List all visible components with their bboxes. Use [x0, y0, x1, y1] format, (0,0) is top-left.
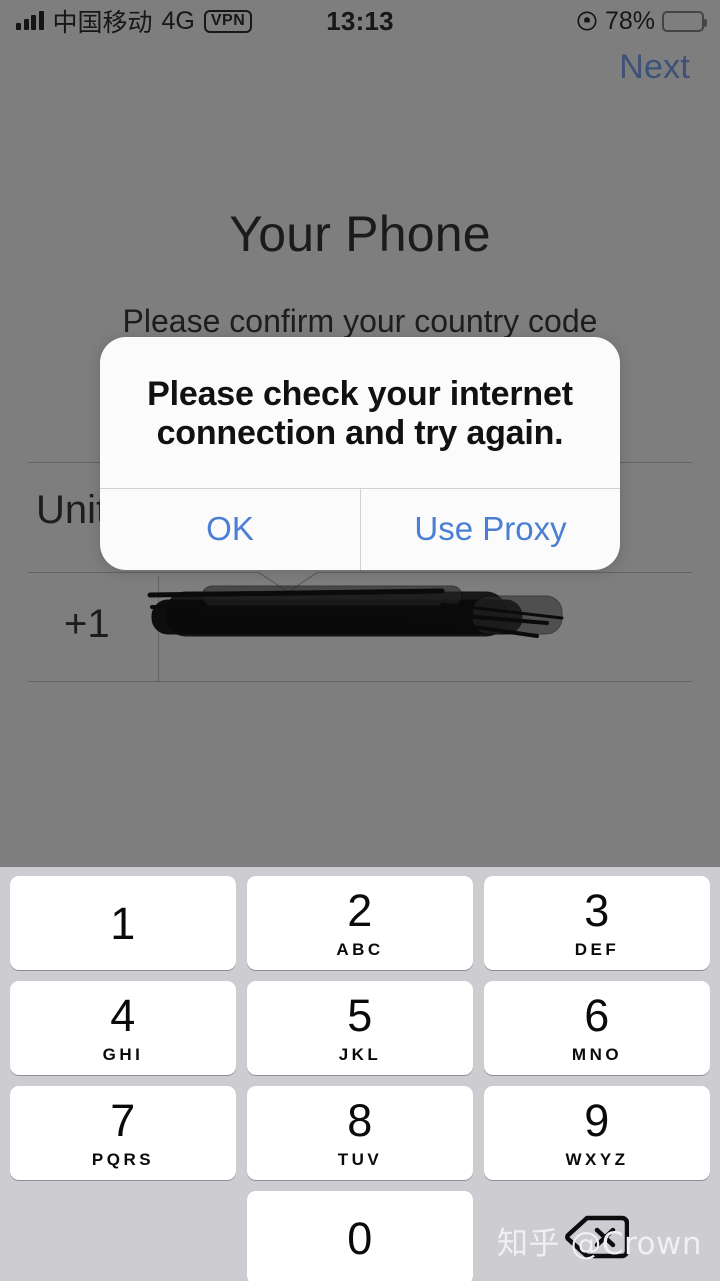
- backspace-key[interactable]: [484, 1191, 710, 1281]
- key-digit: 2: [347, 885, 373, 936]
- backspace-icon: [565, 1214, 630, 1263]
- page-subtitle: Please confirm your country code: [122, 303, 598, 339]
- navigation-bar: Next: [0, 48, 720, 104]
- key-letters: TUV: [337, 1150, 383, 1169]
- divider-bottom: [28, 681, 692, 682]
- key-letters: ABC: [336, 940, 384, 959]
- keypad-row: 7 PQRS 8 TUV 9 WXYZ: [10, 1086, 710, 1180]
- keypad-row: 4 GHI 5 JKL 6 MNO: [10, 981, 710, 1075]
- numeric-keypad: 1 2 ABC 3 DEF 4 GHI 5 JKL 6 MNO 7 PQRS 8…: [0, 867, 720, 1281]
- use-proxy-button[interactable]: Use Proxy: [360, 488, 620, 570]
- phone-screen: 中国移动 4G VPN 13:13 78% Next Your Phone Pl…: [0, 0, 720, 1281]
- key-digit: 0: [347, 1212, 373, 1264]
- key-letters: GHI: [102, 1045, 144, 1064]
- status-bar-right: 78%: [576, 6, 707, 36]
- key-blank-left: [10, 1191, 236, 1281]
- key-digit: 5: [347, 990, 373, 1041]
- key-6[interactable]: 6 MNO: [484, 981, 710, 1075]
- key-7[interactable]: 7 PQRS: [10, 1086, 236, 1180]
- key-3[interactable]: 3 DEF: [484, 876, 710, 970]
- key-digit: 1: [110, 897, 136, 949]
- status-bar: 中国移动 4G VPN 13:13 78%: [0, 0, 720, 42]
- keypad-row: 0: [10, 1191, 710, 1281]
- key-digit: 3: [584, 885, 610, 936]
- key-digit: 9: [584, 1095, 610, 1146]
- key-letters: WXYZ: [565, 1150, 629, 1169]
- key-5[interactable]: 5 JKL: [247, 981, 473, 1075]
- key-letters: DEF: [574, 940, 620, 959]
- key-letters: PQRS: [91, 1150, 155, 1169]
- key-8[interactable]: 8 TUV: [247, 1086, 473, 1180]
- key-digit: 6: [584, 990, 610, 1041]
- alert-body: Please check your internet connection an…: [100, 337, 620, 488]
- key-0[interactable]: 0: [247, 1191, 473, 1281]
- key-letters: MNO: [571, 1045, 623, 1064]
- page-title: Your Phone: [229, 206, 491, 262]
- key-1[interactable]: 1: [10, 876, 236, 970]
- battery-percentage: 78%: [604, 6, 655, 35]
- key-4[interactable]: 4 GHI: [10, 981, 236, 1075]
- next-button[interactable]: Next: [619, 48, 690, 87]
- rotation-lock-icon: [576, 10, 598, 32]
- key-9[interactable]: 9 WXYZ: [484, 1086, 710, 1180]
- alert-actions: OK Use Proxy: [100, 487, 620, 570]
- key-digit: 4: [110, 990, 136, 1041]
- alert-dialog: Please check your internet connection an…: [100, 337, 620, 570]
- field-divider: [158, 576, 159, 682]
- keypad-row: 1 2 ABC 3 DEF: [10, 876, 710, 970]
- alert-message: Please check your internet connection an…: [147, 375, 573, 453]
- phone-number-row[interactable]: +1: [0, 572, 720, 682]
- battery-icon: [662, 10, 707, 32]
- key-letters: JKL: [338, 1045, 382, 1064]
- key-2[interactable]: 2 ABC: [247, 876, 473, 970]
- key-digit: 7: [110, 1095, 136, 1146]
- ok-button[interactable]: OK: [100, 489, 360, 570]
- key-digit: 8: [347, 1095, 373, 1146]
- dial-code-prefix: +1: [64, 602, 110, 646]
